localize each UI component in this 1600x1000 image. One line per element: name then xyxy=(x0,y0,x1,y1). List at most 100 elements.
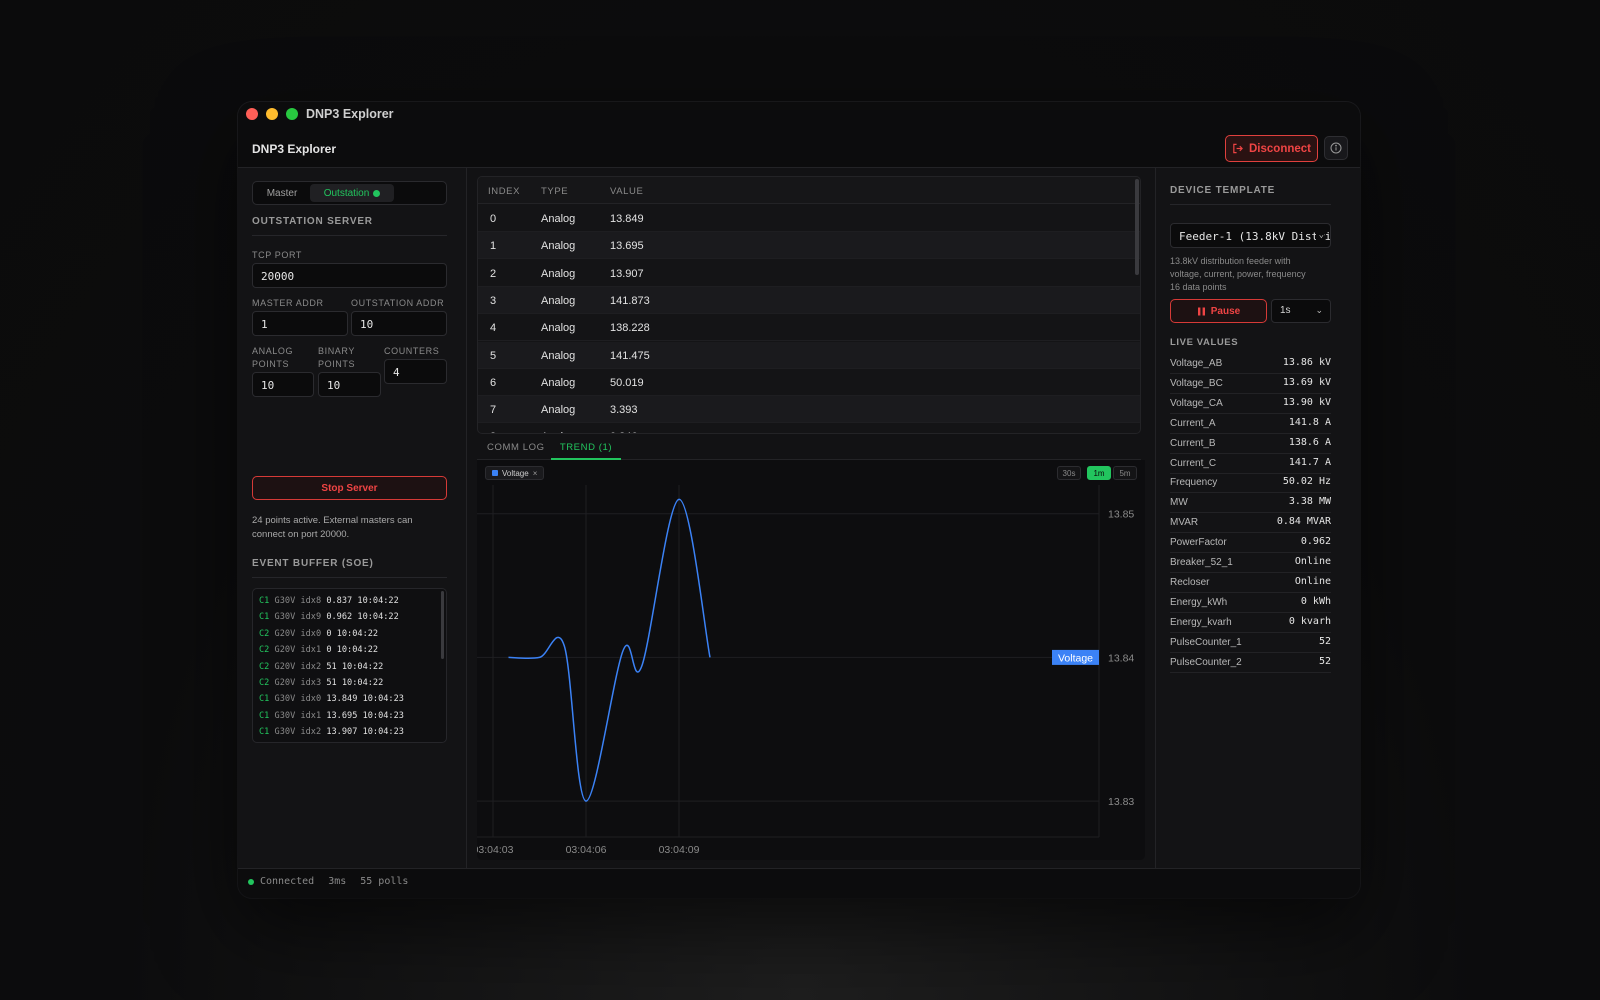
device-panel: DEVICE TEMPLATE Feeder-1 (13.8kV Distrib… xyxy=(1155,168,1360,868)
point-type: Analog xyxy=(541,349,576,362)
device-template-heading: DEVICE TEMPLATE xyxy=(1170,185,1331,205)
point-value: 3.393 xyxy=(610,404,638,417)
chevron-down-icon: ⌄ xyxy=(1315,305,1323,315)
pause-button[interactable]: Pause xyxy=(1170,299,1267,323)
live-value-row: MW 3.38 MW xyxy=(1170,493,1331,514)
mode-master-tab[interactable]: Master xyxy=(255,184,309,202)
point-value: 50.019 xyxy=(610,376,644,389)
range-1m-button[interactable]: 1m xyxy=(1087,466,1111,480)
live-value-row: Energy_kvarh 0 kvarh xyxy=(1170,613,1331,633)
status-bar: Connected 3ms 55 polls xyxy=(238,868,1360,898)
live-value-name: Breaker_52_1 xyxy=(1170,557,1233,568)
point-index: 6 xyxy=(490,376,497,389)
tab-trend[interactable]: TREND (1) xyxy=(551,442,621,460)
info-button[interactable] xyxy=(1324,136,1348,160)
event-buffer-scrollbar[interactable] xyxy=(441,591,444,659)
event-buffer-list[interactable]: C1 G30V idx8 0.837 10:04:22 C1 G30V idx9 … xyxy=(252,588,447,743)
live-value-row: MVAR 0.84 MVAR xyxy=(1170,513,1331,534)
live-value-name: Energy_kWh xyxy=(1170,596,1228,608)
live-value-reading: 3.38 MW xyxy=(1288,496,1331,508)
table-row[interactable]: 4 Analog 138.228 xyxy=(478,314,1140,342)
table-row[interactable]: 6 Analog 50.019 xyxy=(478,369,1140,396)
table-row[interactable]: 3 Analog 141.873 xyxy=(478,286,1140,314)
binary-points-input[interactable]: 10 xyxy=(318,372,381,397)
point-value: 13.907 xyxy=(610,267,644,280)
soe-channel: C1 xyxy=(259,612,270,623)
title-bar: DNP3 Explorer xyxy=(238,102,1360,130)
table-row[interactable]: 5 Analog 141.475 xyxy=(478,341,1140,369)
live-value-row: PulseCounter_2 52 xyxy=(1170,653,1331,673)
range-30s-button[interactable]: 30s xyxy=(1057,466,1081,480)
table-row[interactable]: 8 Analog 0.846 xyxy=(478,423,1140,433)
point-value: 138.228 xyxy=(610,322,650,335)
close-window-button[interactable] xyxy=(246,108,258,120)
table-row[interactable]: 0 Analog 13.849 xyxy=(478,205,1140,232)
remove-series-icon[interactable]: × xyxy=(533,469,538,478)
description-line-3: 16 data points xyxy=(1170,282,1227,292)
live-value-row: Recloser Online xyxy=(1170,573,1331,593)
soe-entry: C2 G20V idx1 0 10:04:22 xyxy=(259,645,378,655)
col-type-header[interactable]: TYPE xyxy=(541,186,568,197)
minimize-window-button[interactable] xyxy=(266,108,278,120)
point-value: 141.873 xyxy=(610,294,650,307)
col-index-header[interactable]: INDEX xyxy=(488,186,520,197)
disconnect-button[interactable]: Disconnect xyxy=(1225,135,1318,162)
soe-time: 10:04:22 xyxy=(357,612,399,623)
live-value-row: Current_B 138.6 A xyxy=(1170,434,1331,454)
soe-entry: C1 G30V idx1 13.695 10:04:23 xyxy=(259,711,404,721)
soe-time: 10:04:22 xyxy=(341,678,384,688)
tab-comm-log[interactable]: COMM LOG xyxy=(487,442,545,460)
description-line-2: voltage, current, power, frequency xyxy=(1170,269,1306,279)
active-status-dot-icon xyxy=(373,189,381,197)
live-value-name: MVAR xyxy=(1170,517,1199,529)
soe-group: G30V xyxy=(274,710,296,721)
soe-value: 13.695 xyxy=(326,710,358,721)
point-index: 3 xyxy=(490,294,497,307)
master-addr-input[interactable]: 1 xyxy=(252,311,348,336)
table-row[interactable]: 2 Analog 13.907 xyxy=(478,260,1140,287)
soe-channel: C2 xyxy=(259,661,270,672)
live-value-row: Voltage_BC 13.69 kV xyxy=(1170,374,1331,394)
series-chip-voltage[interactable]: Voltage × xyxy=(485,466,545,480)
live-value-name: Energy_kvarh xyxy=(1170,616,1232,628)
device-template-select[interactable]: Feeder-1 (13.8kV Distribution) ⌄ xyxy=(1170,223,1331,248)
app-name: DNP3 Explorer xyxy=(252,142,337,156)
col-value-header[interactable]: VALUE xyxy=(610,186,643,197)
maximize-window-button[interactable] xyxy=(286,108,298,120)
live-value-row: Voltage_CA 13.90 kV xyxy=(1170,394,1331,414)
mode-outstation-tab[interactable]: Outstation xyxy=(310,184,394,202)
logout-icon xyxy=(1233,143,1243,154)
tcp-port-input[interactable]: 20000 xyxy=(252,263,447,288)
live-value-row: Energy_kWh 0 kWh xyxy=(1170,593,1331,613)
soe-time: 10:04:22 xyxy=(341,661,384,672)
soe-time: 10:04:23 xyxy=(362,694,404,705)
table-row[interactable]: 1 Analog 13.695 xyxy=(478,232,1140,260)
soe-entry: C2 G20V idx2 51 10:04:22 xyxy=(259,662,383,672)
soe-value: 0 xyxy=(326,628,332,639)
live-value-name: PulseCounter_2 xyxy=(1170,656,1242,668)
device-template-value: Feeder-1 (13.8kV Distribution) xyxy=(1179,230,1331,243)
connection-status: Connected xyxy=(260,876,315,887)
soe-group: G30V xyxy=(274,596,296,606)
soe-index: idx8 xyxy=(300,596,322,606)
stop-server-button[interactable]: Stop Server xyxy=(252,476,447,500)
soe-entry: C1 G30V idx2 13.907 10:04:23 xyxy=(259,727,404,737)
live-value-name: Recloser xyxy=(1170,576,1210,588)
update-rate-select[interactable]: 1s ⌄ xyxy=(1271,299,1331,323)
live-value-name: Current_C xyxy=(1170,457,1217,469)
table-row[interactable]: 7 Analog 3.393 xyxy=(478,396,1140,424)
analog-points-label-line1: ANALOG xyxy=(252,346,294,356)
soe-time: 10:04:23 xyxy=(362,710,404,721)
range-5m-button[interactable]: 5m xyxy=(1113,466,1137,480)
soe-value: 13.849 xyxy=(326,694,358,705)
points-table-scrollbar[interactable] xyxy=(1135,179,1139,275)
soe-index: idx1 xyxy=(300,710,322,721)
binary-points-label: BINARY POINTS xyxy=(318,345,355,371)
outstation-server-heading: OUTSTATION SERVER xyxy=(252,216,447,236)
point-index: 8 xyxy=(490,431,496,433)
counters-input[interactable]: 4 xyxy=(384,359,447,384)
analog-points-input[interactable]: 10 xyxy=(252,372,314,397)
outstation-addr-input[interactable]: 10 xyxy=(351,311,447,336)
point-type: Analog xyxy=(541,322,576,335)
soe-channel: C1 xyxy=(259,727,270,738)
